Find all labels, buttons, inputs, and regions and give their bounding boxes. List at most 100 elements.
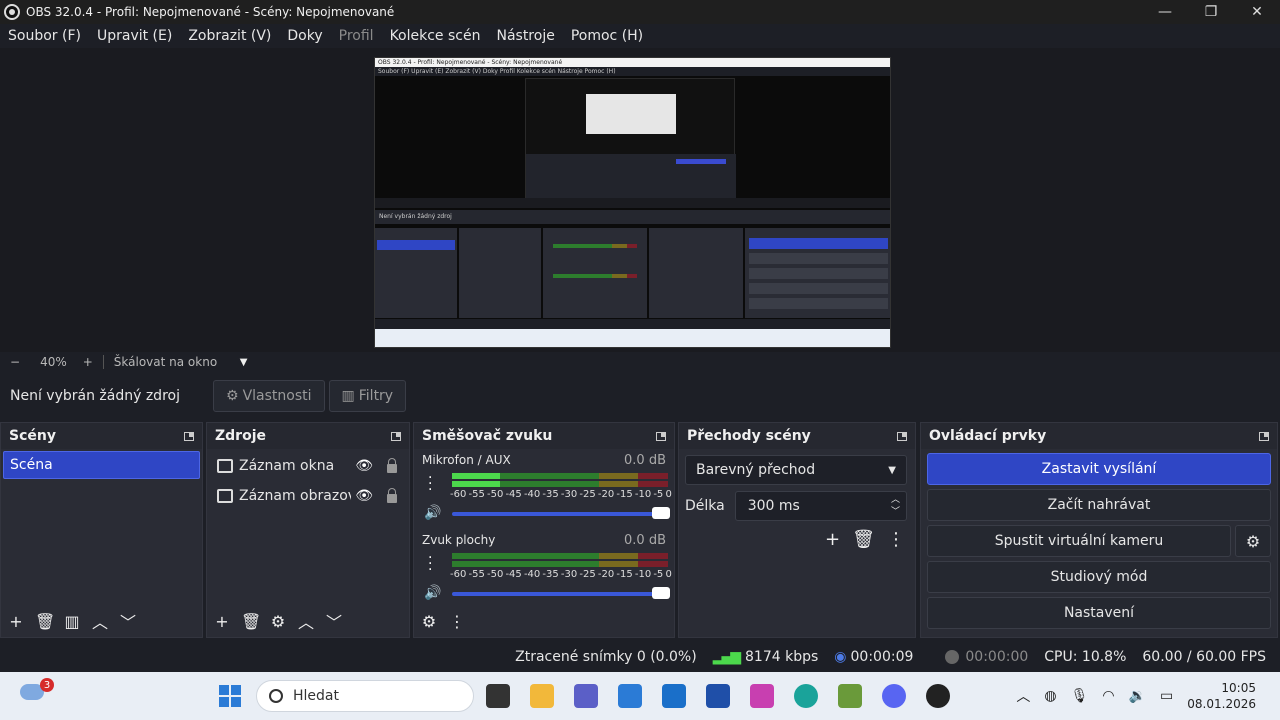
obs-logo-icon <box>4 4 20 20</box>
edge-icon[interactable] <box>794 684 818 708</box>
menu-tools[interactable]: Nástroje <box>488 28 562 44</box>
filters-button[interactable]: ▥ Filtry <box>328 380 407 412</box>
undock-icon[interactable] <box>184 431 194 441</box>
minecraft-icon[interactable] <box>838 684 862 708</box>
menu-file[interactable]: Soubor (F) <box>0 28 89 44</box>
undock-icon[interactable] <box>1259 431 1269 441</box>
speaker-icon[interactable]: 🔊 <box>424 505 441 521</box>
volume-icon[interactable]: 🔉 <box>1129 688 1146 704</box>
remove-source-button[interactable]: 🗑 <box>241 612 261 631</box>
move-scene-up-button[interactable]: ︿ <box>91 609 109 633</box>
mixer-toolbar: ⚙ ⋮ <box>414 605 674 637</box>
scale-mode-select[interactable]: Škálovat na okno <box>114 355 234 369</box>
advanced-audio-button[interactable]: ⚙ <box>420 612 438 631</box>
close-button[interactable]: ✕ <box>1234 0 1280 24</box>
transition-select[interactable]: Barevný přechod ▼ <box>685 455 907 485</box>
move-scene-down-button[interactable]: ﹀ <box>119 609 137 633</box>
mixer-menu-button[interactable]: ⋮ <box>448 612 466 631</box>
channel-menu-icon[interactable]: · · · <box>428 551 432 577</box>
move-source-down-button[interactable]: ﹀ <box>325 609 343 633</box>
search-placeholder: Hledat <box>293 688 339 704</box>
meter-level <box>452 481 500 487</box>
taskbar-search[interactable]: Hledat <box>256 680 474 712</box>
properties-button[interactable]: ⚙ Vlastnosti <box>213 380 325 412</box>
todo-icon[interactable] <box>706 684 730 708</box>
security-icon[interactable]: ◍ <box>1044 688 1056 704</box>
spin-arrows-icon[interactable]: ︿ ﹀ <box>891 494 900 518</box>
controls-title: Ovládací prvky <box>929 428 1047 444</box>
microphone-icon[interactable]: 🎙 <box>1071 688 1089 704</box>
zoom-out-button[interactable]: − <box>10 355 20 369</box>
add-scene-button[interactable]: + <box>7 612 25 631</box>
undock-icon[interactable] <box>391 431 401 441</box>
transition-menu-button[interactable]: ⋮ <box>887 529 905 550</box>
battery-icon[interactable]: ▭ <box>1160 688 1173 704</box>
mail-icon[interactable] <box>662 684 686 708</box>
eye-icon[interactable]: 👁 <box>355 488 373 504</box>
menu-scene-collection[interactable]: Kolekce scén <box>382 28 489 44</box>
studio-mode-button[interactable]: Studiový mód <box>927 561 1271 593</box>
mixer-title: Směšovač zvuku <box>422 428 553 444</box>
lock-icon[interactable] <box>387 488 397 503</box>
lock-icon[interactable] <box>387 458 397 473</box>
menu-docks[interactable]: Doky <box>279 28 330 44</box>
mixer-header: Směšovač zvuku <box>414 423 674 449</box>
m365-icon[interactable] <box>750 684 774 708</box>
preview-canvas[interactable]: OBS 32.0.4 - Profil: Nepojmenované - Scé… <box>374 57 891 348</box>
slider-handle[interactable] <box>652 587 670 599</box>
start-virtual-camera-button[interactable]: Spustit virtuální kameru <box>927 525 1231 557</box>
source-properties-button[interactable]: ⚙ <box>269 612 287 631</box>
virtual-camera-settings-button[interactable]: ⚙ <box>1235 525 1271 557</box>
weather-icon[interactable]: 3 <box>20 678 54 700</box>
menu-edit[interactable]: Upravit (E) <box>89 28 180 44</box>
scene-item[interactable]: Scéna <box>3 451 200 479</box>
task-view-icon[interactable] <box>486 684 510 708</box>
file-explorer-icon[interactable] <box>530 684 554 708</box>
store-icon[interactable] <box>618 684 642 708</box>
zoom-in-button[interactable]: + <box>83 355 93 369</box>
properties-label: Vlastnosti <box>242 388 312 404</box>
add-transition-button[interactable]: + <box>825 529 840 550</box>
source-item-display-capture[interactable]: Záznam obrazovky 👁 <box>207 481 409 511</box>
menu-profile[interactable]: Profil <box>331 28 382 44</box>
add-source-button[interactable]: + <box>213 612 231 631</box>
source-item-window-capture[interactable]: Záznam okna 👁 <box>207 451 409 481</box>
volume-slider[interactable] <box>452 587 670 599</box>
start-recording-button[interactable]: Začít nahrávat <box>927 489 1271 521</box>
clock[interactable]: 10:05 08.01.2026 <box>1187 680 1256 712</box>
remove-scene-button[interactable]: 🗑 <box>35 612 55 631</box>
undock-icon[interactable] <box>897 431 907 441</box>
move-source-up-button[interactable]: ︿ <box>297 609 315 633</box>
minimize-button[interactable]: — <box>1142 0 1188 24</box>
menu-view[interactable]: Zobrazit (V) <box>180 28 279 44</box>
eye-icon[interactable]: 👁 <box>355 458 373 474</box>
sources-dock: Zdroje Záznam okna 👁 Záznam obrazovky 👁 … <box>206 422 410 638</box>
wifi-icon[interactable]: ◠ <box>1102 688 1114 704</box>
undock-icon[interactable] <box>656 431 666 441</box>
gear-icon: ⚙ <box>1245 531 1261 551</box>
controls-header: Ovládací prvky <box>921 423 1277 449</box>
stream-time: 00:00:09 <box>850 649 914 665</box>
obs-taskbar-icon[interactable] <box>926 684 950 708</box>
channel-menu-icon[interactable]: · · · <box>428 471 432 497</box>
speaker-icon[interactable]: 🔊 <box>424 585 441 601</box>
mixer-channel-mic: Mikrofon / AUX 0.0 dB · · · -60 -55 -50 -45 -4… <box>414 449 674 529</box>
remove-transition-button[interactable]: 🗑 <box>852 529 875 550</box>
virtual-camera-row: Spustit virtuální kameru ⚙ <box>927 525 1271 557</box>
discord-icon[interactable] <box>882 684 906 708</box>
duration-input[interactable]: 300 ms ︿ ﹀ <box>734 491 907 521</box>
scene-filters-button[interactable]: ▥ <box>63 612 81 631</box>
settings-button[interactable]: Nastavení <box>927 597 1271 629</box>
audio-mixer-dock: Směšovač zvuku Mikrofon / AUX 0.0 dB · · ·… <box>413 422 675 638</box>
maximize-button[interactable]: ❐ <box>1188 0 1234 24</box>
start-button[interactable] <box>219 685 241 707</box>
menu-help[interactable]: Pomoc (H) <box>563 28 651 44</box>
channel-name: Zvuk plochy <box>422 533 496 547</box>
teams-icon[interactable] <box>574 684 598 708</box>
stop-streaming-button[interactable]: Zastavit vysílání <box>927 453 1271 485</box>
scenes-header: Scény <box>1 423 202 449</box>
volume-slider[interactable] <box>452 507 670 519</box>
scale-mode-dropdown-icon[interactable]: ▼ <box>240 357 248 368</box>
chevron-up-icon[interactable]: ︿ <box>1016 686 1030 706</box>
slider-handle[interactable] <box>652 507 670 519</box>
